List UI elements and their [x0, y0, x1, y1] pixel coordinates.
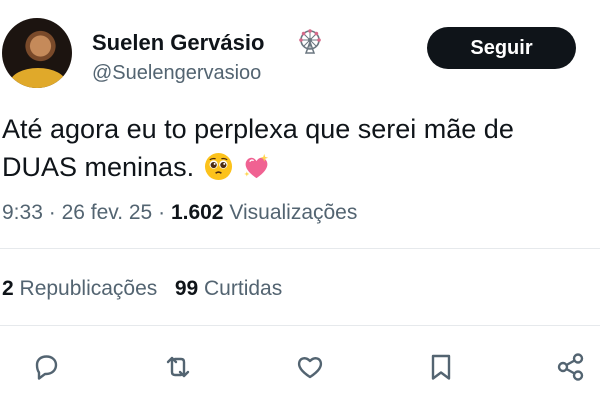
reposts-count: 2 — [2, 277, 14, 300]
share-icon — [557, 353, 584, 381]
views-count: 1.602 — [170, 201, 224, 224]
like-button[interactable] — [293, 350, 327, 384]
reply-button[interactable] — [29, 350, 63, 384]
tweet-meta: 9:33 · 26 fev. 25 · 1.602 Visualizações — [2, 201, 357, 225]
tweet-text: Até agora eu to perplexa que serei mãe d… — [2, 110, 598, 186]
sparkling-heart-emoji — [242, 152, 271, 181]
tweet-text-line-2: DUAS meninas. — [2, 148, 598, 186]
bookmark-button[interactable] — [424, 350, 458, 384]
reposts-stat[interactable]: 2 Republicações — [2, 277, 157, 300]
views-label: Visualizações — [229, 201, 358, 224]
tweet-time[interactable]: 9:33 — [2, 201, 43, 224]
tweet-text-line-2-text: DUAS meninas. — [2, 152, 195, 182]
reply-icon — [35, 355, 58, 380]
divider — [0, 248, 600, 249]
tweet-text-line-1: Até agora eu to perplexa que serei mãe d… — [2, 114, 514, 144]
pleading-face-emoji — [204, 152, 233, 181]
like-icon — [297, 357, 323, 379]
share-button[interactable] — [554, 350, 588, 384]
likes-count: 99 — [174, 277, 199, 300]
bookmark-icon — [431, 354, 451, 380]
author-handle[interactable]: @Suelengervasioo — [92, 62, 261, 85]
likes-label: Curtidas — [204, 277, 283, 300]
meta-separator: · — [48, 201, 56, 224]
follow-button[interactable]: Seguir — [427, 27, 576, 69]
meta-separator: · — [158, 201, 166, 224]
repost-button[interactable] — [161, 350, 195, 384]
author-display-name[interactable]: Suelen Gervásio — [92, 30, 264, 56]
tweet-date[interactable]: 26 fev. 25 — [62, 201, 153, 224]
avatar[interactable] — [2, 18, 72, 88]
ferris-wheel-icon — [297, 29, 323, 55]
reposts-label: Republicações — [19, 277, 158, 300]
likes-stat[interactable]: 99 Curtidas — [175, 277, 282, 300]
repost-icon — [166, 356, 190, 378]
divider — [0, 325, 600, 326]
engagement-stats: 2 Republicações 99 Curtidas — [2, 277, 282, 301]
